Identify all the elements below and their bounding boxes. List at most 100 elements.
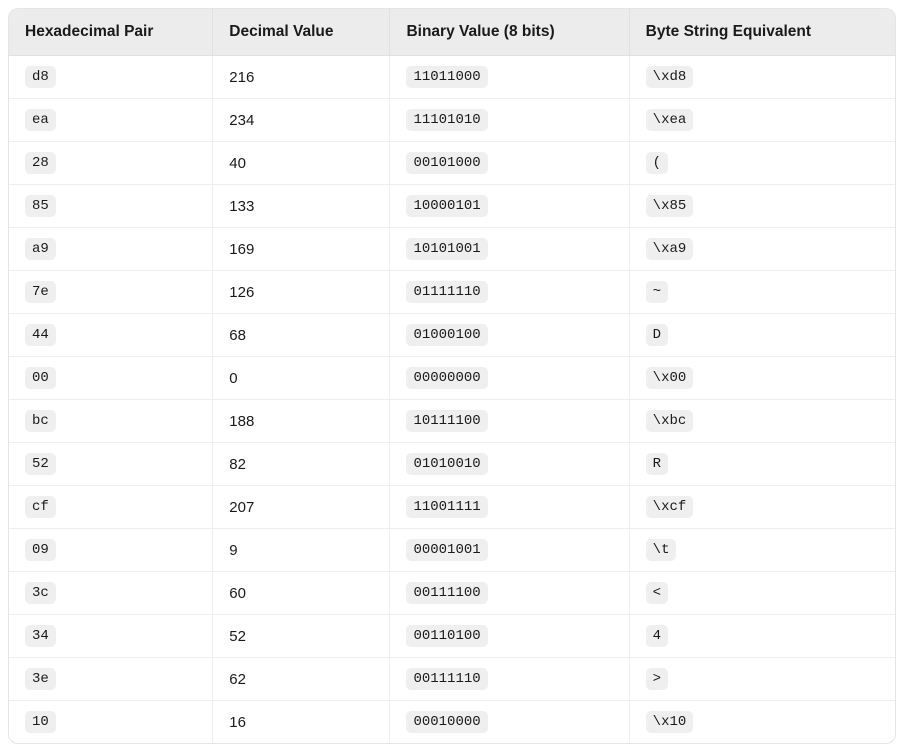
cell-bin: 00010000 bbox=[390, 701, 629, 744]
table-row: 3e 62 00111110 > bbox=[9, 658, 895, 701]
cell-hex: 3c bbox=[9, 572, 213, 615]
table-row: cf 207 11001111 \xcf bbox=[9, 486, 895, 529]
cell-hex: bc bbox=[9, 400, 213, 443]
hex-code: cf bbox=[25, 496, 56, 518]
hex-code: ea bbox=[25, 109, 56, 131]
cell-hex: 3e bbox=[9, 658, 213, 701]
table-row: 09 9 00001001 \t bbox=[9, 529, 895, 572]
dec-value: 234 bbox=[229, 112, 254, 129]
cell-dec: 0 bbox=[213, 357, 390, 400]
byte-code: \xa9 bbox=[646, 238, 694, 260]
bin-code: 00010000 bbox=[406, 711, 487, 733]
header-byte: Byte String Equivalent bbox=[629, 9, 895, 56]
cell-dec: 207 bbox=[213, 486, 390, 529]
cell-byte: \xd8 bbox=[629, 56, 895, 99]
cell-dec: 62 bbox=[213, 658, 390, 701]
bin-code: 00111110 bbox=[406, 668, 487, 690]
cell-bin: 00111110 bbox=[390, 658, 629, 701]
cell-dec: 68 bbox=[213, 314, 390, 357]
cell-dec: 169 bbox=[213, 228, 390, 271]
hex-code: 28 bbox=[25, 152, 56, 174]
byte-code: ~ bbox=[646, 281, 668, 303]
cell-dec: 126 bbox=[213, 271, 390, 314]
bin-code: 10101001 bbox=[406, 238, 487, 260]
cell-bin: 00101000 bbox=[390, 142, 629, 185]
dec-value: 60 bbox=[229, 585, 246, 602]
hex-code: 44 bbox=[25, 324, 56, 346]
hex-code: 3c bbox=[25, 582, 56, 604]
dec-value: 52 bbox=[229, 628, 246, 645]
byte-code: ( bbox=[646, 152, 668, 174]
cell-byte: D bbox=[629, 314, 895, 357]
byte-code: \xea bbox=[646, 109, 694, 131]
bin-code: 00111100 bbox=[406, 582, 487, 604]
dec-value: 133 bbox=[229, 198, 254, 215]
cell-hex: 10 bbox=[9, 701, 213, 744]
bin-code: 00001001 bbox=[406, 539, 487, 561]
bin-code: 11001111 bbox=[406, 496, 487, 518]
cell-byte: \x00 bbox=[629, 357, 895, 400]
cell-hex: 28 bbox=[9, 142, 213, 185]
byte-code: 4 bbox=[646, 625, 668, 647]
cell-dec: 82 bbox=[213, 443, 390, 486]
bin-code: 01010010 bbox=[406, 453, 487, 475]
dec-value: 82 bbox=[229, 456, 246, 473]
table-row: bc18810111100\xbc bbox=[9, 400, 895, 443]
cell-byte: < bbox=[629, 572, 895, 615]
byte-code: R bbox=[646, 453, 668, 475]
table-row: 3c 60 00111100 < bbox=[9, 572, 895, 615]
cell-bin: 01010010 bbox=[390, 443, 629, 486]
cell-byte: 4 bbox=[629, 615, 895, 658]
header-bin: Binary Value (8 bits) bbox=[390, 9, 629, 56]
table-header-row: Hexadecimal Pair Decimal Value Binary Va… bbox=[9, 9, 895, 56]
cell-hex: 85 bbox=[9, 185, 213, 228]
cell-bin: 11001111 bbox=[390, 486, 629, 529]
table-body: d821611011000\xd8ea23411101010\xea284000… bbox=[9, 56, 895, 744]
cell-dec: 40 bbox=[213, 142, 390, 185]
cell-hex: 52 bbox=[9, 443, 213, 486]
cell-bin: 01111110 bbox=[390, 271, 629, 314]
cell-hex: 09 bbox=[9, 529, 213, 572]
cell-bin: 00110100 bbox=[390, 615, 629, 658]
cell-bin: 11101010 bbox=[390, 99, 629, 142]
byte-code: \t bbox=[646, 539, 677, 561]
bin-code: 10111100 bbox=[406, 410, 487, 432]
bin-code: 01000100 bbox=[406, 324, 487, 346]
bin-code: 00000000 bbox=[406, 367, 487, 389]
hex-code: 3e bbox=[25, 668, 56, 690]
table-row: d8 216 11011000 \xd8 bbox=[9, 56, 895, 99]
cell-byte: > bbox=[629, 658, 895, 701]
dec-value: 68 bbox=[229, 327, 246, 344]
bin-code: 01111110 bbox=[406, 281, 487, 303]
cell-bin: 00001001 bbox=[390, 529, 629, 572]
table-row: 28 40 00101000 ( bbox=[9, 142, 895, 185]
cell-dec: 16 bbox=[213, 701, 390, 744]
table-row: 34 52 00110100 4 bbox=[9, 615, 895, 658]
dec-value: 62 bbox=[229, 671, 246, 688]
cell-bin: 10000101 bbox=[390, 185, 629, 228]
hex-code: 34 bbox=[25, 625, 56, 647]
byte-code: > bbox=[646, 668, 668, 690]
dec-value: 9 bbox=[229, 542, 237, 559]
hex-code: d8 bbox=[25, 66, 56, 88]
hex-code: 85 bbox=[25, 195, 56, 217]
table-row: 52 82 01010010 R bbox=[9, 443, 895, 486]
bin-code: 00101000 bbox=[406, 152, 487, 174]
hex-code: bc bbox=[25, 410, 56, 432]
cell-hex: a9 bbox=[9, 228, 213, 271]
cell-dec: 60 bbox=[213, 572, 390, 615]
cell-byte: ( bbox=[629, 142, 895, 185]
cell-bin: 00111100 bbox=[390, 572, 629, 615]
byte-code: \x85 bbox=[646, 195, 694, 217]
cell-dec: 52 bbox=[213, 615, 390, 658]
cell-hex: ea bbox=[9, 99, 213, 142]
dec-value: 126 bbox=[229, 284, 254, 301]
table-row: 7e12601111110~ bbox=[9, 271, 895, 314]
cell-byte: \x10 bbox=[629, 701, 895, 744]
bin-code: 11011000 bbox=[406, 66, 487, 88]
cell-byte: \xcf bbox=[629, 486, 895, 529]
dec-value: 207 bbox=[229, 499, 254, 516]
hex-code: 00 bbox=[25, 367, 56, 389]
cell-dec: 216 bbox=[213, 56, 390, 99]
cell-byte: R bbox=[629, 443, 895, 486]
